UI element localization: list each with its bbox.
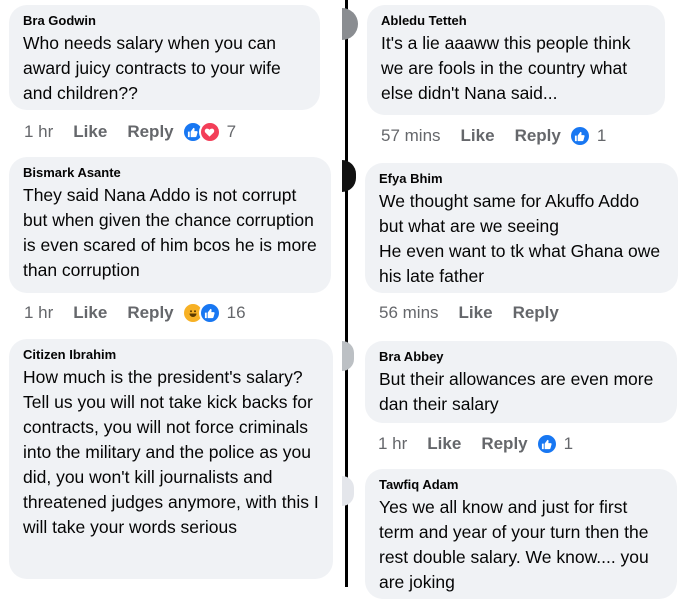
reaction-count: 16 [226, 303, 246, 322]
like-button[interactable]: Like [73, 303, 107, 323]
comment-text: Yes we all know and just for first term … [379, 497, 649, 592]
comment-text: Who needs salary when you can award juic… [23, 33, 281, 103]
comment-timestamp[interactable]: 1 hr [24, 122, 53, 142]
comment-actions: 56 mins Like Reply [379, 303, 579, 323]
reply-button[interactable]: Reply [127, 303, 173, 323]
reaction-count: 7 [226, 122, 237, 141]
commenter-name[interactable]: Tawfiq Adam [379, 477, 663, 492]
left-comments-column: Bra Godwin Who needs salary when you can… [0, 0, 345, 587]
comment-bubble: Abledu Tetteh It's a lie aaaww this peop… [367, 5, 665, 115]
commenter-name[interactable]: Citizen Ibrahim [23, 347, 319, 362]
comment-timestamp[interactable]: 1 hr [24, 303, 53, 323]
comment-text: They said Nana Addo is not corrupt but w… [23, 185, 317, 280]
comment-text: But their allowances are even more dan t… [379, 369, 654, 414]
comment-actions: 1 hr Like Reply 16 [24, 302, 246, 324]
reply-button[interactable]: Reply [481, 434, 527, 454]
reaction-summary[interactable]: 7 [181, 121, 237, 143]
avatar[interactable] [342, 341, 354, 371]
comment-bubble: Bra Abbey But their allowances are even … [365, 341, 677, 423]
reply-button[interactable]: Reply [515, 126, 561, 146]
comment-bubble: Tawfiq Adam Yes we all know and just for… [365, 469, 677, 599]
comment-text: How much is the president's salary? Tell… [23, 367, 319, 537]
avatar[interactable] [342, 8, 358, 40]
commenter-name[interactable]: Abledu Tetteh [381, 13, 651, 28]
right-comments-column: Abledu Tetteh It's a lie aaaww this peop… [342, 0, 685, 599]
commenter-name[interactable]: Bismark Asante [23, 165, 317, 180]
reaction-count: 1 [596, 126, 607, 145]
avatar[interactable] [342, 160, 356, 192]
comment-actions: 1 hr Like Reply 1 [378, 433, 573, 455]
like-button[interactable]: Like [461, 126, 495, 146]
reaction-summary[interactable]: 1 [568, 125, 607, 147]
comment-bubble: Bra Godwin Who needs salary when you can… [9, 5, 320, 110]
reaction-summary[interactable]: 1 [535, 433, 574, 455]
like-icon [198, 302, 221, 324]
love-icon [198, 121, 221, 143]
commenter-name[interactable]: Bra Godwin [23, 13, 306, 28]
comment-actions: 57 mins Like Reply 1 [381, 125, 606, 147]
comment-text: We thought same for Akuffo Addo but what… [379, 191, 661, 286]
comment-timestamp[interactable]: 57 mins [381, 126, 441, 146]
comment-timestamp[interactable]: 1 hr [378, 434, 407, 454]
like-button[interactable]: Like [459, 303, 493, 323]
reaction-summary[interactable]: 16 [181, 302, 246, 324]
comment-bubble: Efya Bhim We thought same for Akuffo Add… [365, 163, 678, 293]
commenter-name[interactable]: Bra Abbey [379, 349, 663, 364]
comment-bubble: Bismark Asante They said Nana Addo is no… [9, 157, 331, 293]
like-button[interactable]: Like [427, 434, 461, 454]
avatar[interactable] [342, 476, 354, 506]
comment-text: It's a lie aaaww this people think we ar… [381, 33, 631, 103]
like-icon [535, 433, 558, 455]
reaction-count: 1 [563, 434, 574, 453]
like-button[interactable]: Like [73, 122, 107, 142]
like-icon [568, 125, 591, 147]
reply-button[interactable]: Reply [513, 303, 559, 323]
commenter-name[interactable]: Efya Bhim [379, 171, 664, 186]
reply-button[interactable]: Reply [127, 122, 173, 142]
comment-actions: 1 hr Like Reply 7 [24, 121, 236, 143]
comment-bubble: Citizen Ibrahim How much is the presiden… [9, 339, 333, 579]
comment-timestamp[interactable]: 56 mins [379, 303, 439, 323]
